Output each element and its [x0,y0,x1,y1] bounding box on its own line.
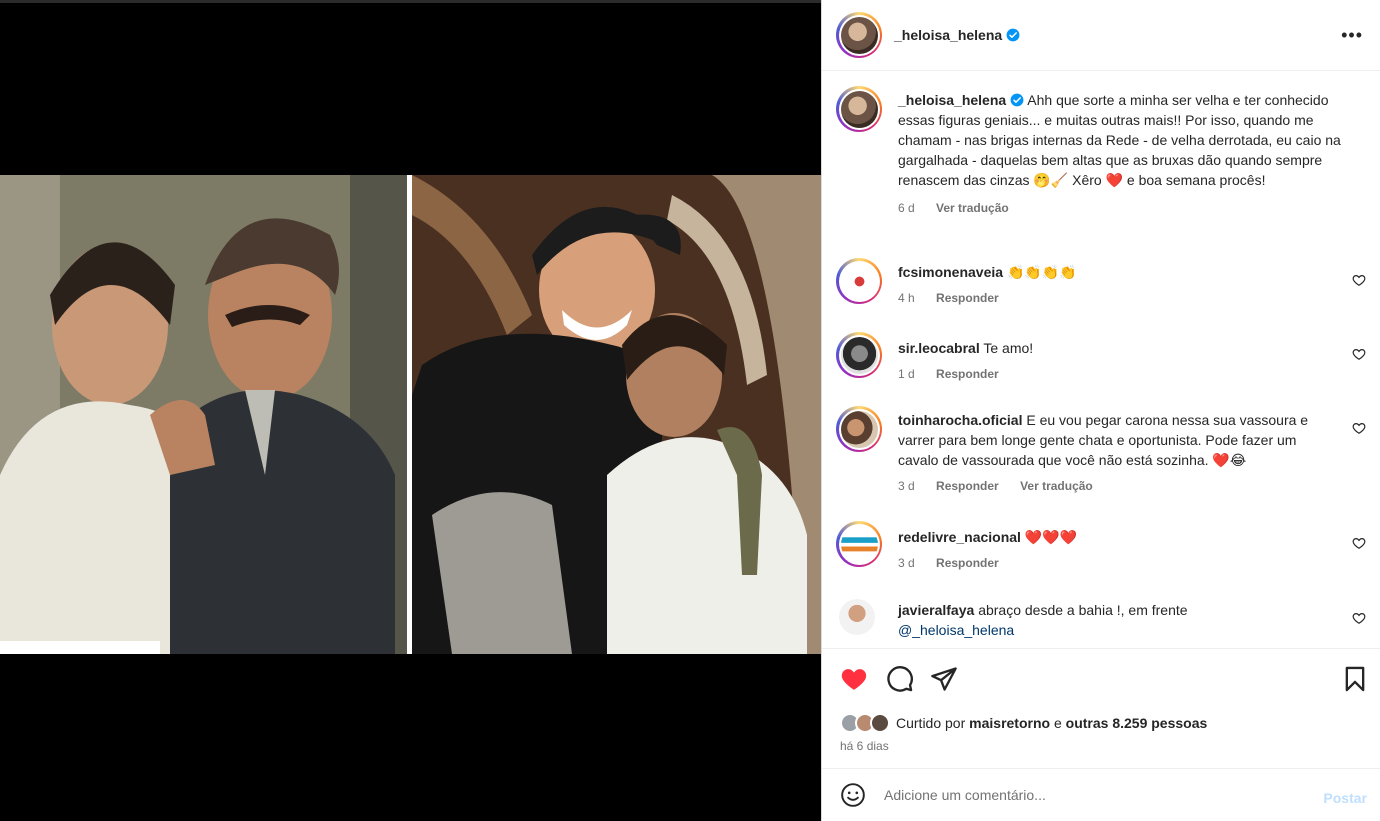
post-photo-right [412,175,821,654]
post-comment-button[interactable]: Postar [1323,790,1367,806]
comment-avatar-ring[interactable] [836,406,882,452]
post-actions: Curtido por maisretorno e outras 8.259 p… [822,648,1380,768]
media-top-border [0,0,821,3]
bookmark-icon[interactable] [1341,665,1369,693]
heart-outline-icon[interactable] [1352,536,1366,550]
comment-mention-link[interactable]: @_heloisa_helena [898,622,1014,638]
heart-outline-icon[interactable] [1352,611,1366,625]
comments-list[interactable]: _heloisa_helena Ahh que sorte a minha se… [822,72,1380,648]
comment-text: Te amo! [983,340,1034,356]
comment-text: abraço desde a bahia !, em frente [978,602,1188,618]
caption-username[interactable]: _heloisa_helena [898,92,1006,108]
caption-avatar-ring[interactable] [836,86,882,132]
reply-button[interactable]: Responder [936,479,999,493]
emoji-icon[interactable] [840,782,866,808]
caption-translate-link[interactable]: Ver tradução [936,201,1009,215]
comment-username[interactable]: javieralfaya [898,602,974,618]
comment-item: sir.leocabral Te amo! 1 d Responder [836,332,1366,392]
comment-avatar-ring[interactable] [836,521,882,567]
verified-icon [1010,93,1024,107]
translate-link[interactable]: Ver tradução [1020,479,1093,493]
comment-avatar-ring[interactable] [836,332,882,378]
likes-summary[interactable]: Curtido por maisretorno e outras 8.259 p… [840,713,1207,733]
add-comment-bar: Postar [822,768,1380,821]
comment-item: javieralfaya abraço desde a bahia !, em … [836,596,1366,648]
comment-time: 4 h [898,291,915,305]
comment-time: 3 d [898,556,915,570]
caption-item: _heloisa_helena Ahh que sorte a minha se… [836,86,1366,246]
post-side-panel: _heloisa_helena ••• _heloisa_helena Ahh … [821,0,1380,821]
share-icon[interactable] [930,665,958,693]
more-options-icon[interactable]: ••• [1341,25,1363,46]
photo-left-illustration [0,175,407,654]
liker-avatars [840,713,890,733]
comment-avatar[interactable] [840,410,878,448]
comment-input[interactable] [884,787,1284,803]
heart-outline-icon[interactable] [1352,421,1366,435]
heart-outline-icon[interactable] [1352,347,1366,361]
caption-avatar[interactable] [840,90,878,128]
reply-button[interactable]: Responder [936,556,999,570]
photo-right-illustration [412,175,821,654]
heart-filled-icon[interactable] [840,665,868,693]
comment-icon[interactable] [886,665,914,693]
reply-button[interactable]: Responder [936,291,999,305]
likes-connector: e [1053,715,1062,731]
comment-username[interactable]: fcsimonenaveia [898,264,1003,280]
comment-avatar[interactable] [840,262,878,300]
author-avatar[interactable] [840,16,878,54]
comment-item: fcsimonenaveia 👏👏👏👏 4 h Responder [836,258,1366,318]
comment-text: 👏👏👏👏 [1006,264,1077,280]
likes-others[interactable]: outras 8.259 pessoas [1066,715,1208,731]
likes-prefix: Curtido por [896,715,966,731]
author-avatar-ring[interactable] [836,12,882,58]
comment-time: 3 d [898,479,915,493]
heart-outline-icon[interactable] [1352,273,1366,287]
post-photo-left [0,175,407,654]
comment-avatar[interactable] [839,599,875,635]
verified-icon [1006,28,1020,42]
comment-avatar[interactable] [840,336,878,374]
post-header: _heloisa_helena ••• [822,0,1380,71]
comment-item: toinharocha.oficial E eu vou pegar caron… [836,406,1366,506]
header-username[interactable]: _heloisa_helena [894,27,1002,43]
comment-username[interactable]: redelivre_nacional [898,529,1021,545]
likes-user[interactable]: maisretorno [969,715,1050,731]
reply-button[interactable]: Responder [936,367,999,381]
comment-text: ❤️❤️❤️ [1024,529,1078,545]
caption-time: 6 d [898,201,915,215]
comment-avatar[interactable] [840,525,878,563]
post-media [0,0,821,821]
liker-avatar [870,713,890,733]
comment-avatar-ring[interactable] [836,258,882,304]
comment-item: redelivre_nacional ❤️❤️❤️ 3 d Responder [836,521,1366,581]
comment-username[interactable]: toinharocha.oficial [898,412,1022,428]
comment-time: 1 d [898,367,915,381]
post-date: há 6 dias [840,739,889,753]
comment-username[interactable]: sir.leocabral [898,340,980,356]
